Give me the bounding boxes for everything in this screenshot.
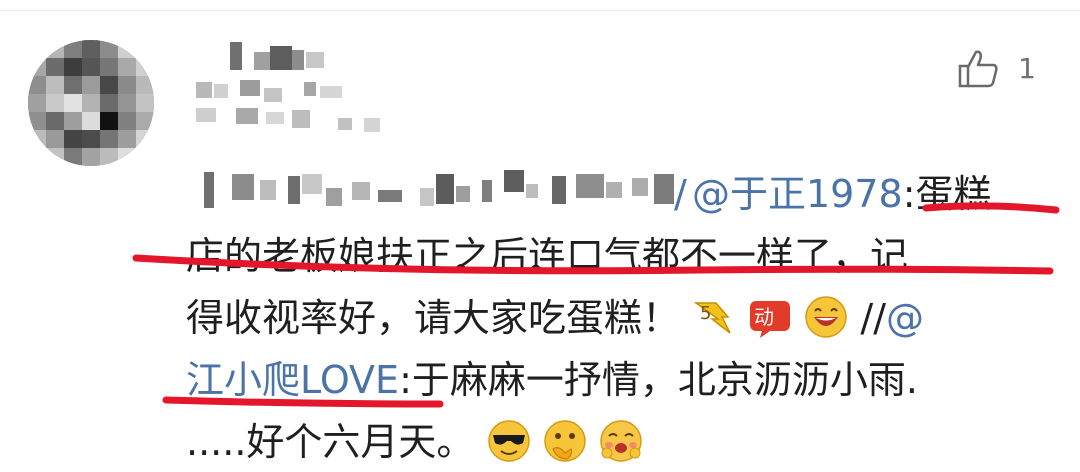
top-divider: [0, 10, 1080, 11]
username-blurred[interactable]: [196, 42, 396, 142]
mention-link[interactable]: 江小爬LOVE: [186, 358, 399, 402]
avatar-pixels: [28, 40, 154, 166]
comment-line-3: 得收视率好，请大家吃蛋糕！ 5 动 //@: [186, 288, 924, 348]
repost-slash: /: [674, 172, 687, 216]
avatar[interactable]: [28, 40, 154, 166]
comment-line-2: 店的老板娘扶正之后连口气都不一样了，记: [186, 234, 909, 278]
comment-text: 得收视率好，请大家吃蛋糕！: [186, 296, 681, 340]
sunglasses-icon: [487, 419, 530, 462]
repost-separator: //: [860, 296, 886, 340]
like-button[interactable]: 1: [956, 46, 1036, 90]
shy-icon: [599, 419, 642, 462]
thinking-icon: [543, 419, 586, 462]
blurred-repost-names: [204, 170, 674, 208]
comment-text: .....好个六月天。: [186, 420, 475, 464]
comment-line-1: @于正1978:蛋糕: [692, 164, 992, 224]
comment-line-5: .....好个六月天。: [186, 412, 643, 472]
comment-text: :于麻麻一抒情，北京沥沥小雨.: [399, 358, 918, 402]
svg-text:5: 5: [700, 303, 711, 324]
comment-text: :蛋糕: [902, 172, 992, 216]
mention-link[interactable]: @于正1978: [692, 172, 903, 216]
svg-text:动: 动: [754, 305, 774, 329]
wo-badge-icon: 动: [750, 300, 791, 338]
mention-at[interactable]: @: [886, 296, 924, 340]
grin-icon: [805, 295, 848, 338]
like-count: 1: [1018, 51, 1036, 85]
comment-line-4: 江小爬LOVE:于麻麻一抒情，北京沥沥小雨.: [186, 350, 918, 410]
thumbs-up-icon: [958, 50, 998, 88]
thumbsdown-yellow-icon: 5: [693, 301, 731, 334]
